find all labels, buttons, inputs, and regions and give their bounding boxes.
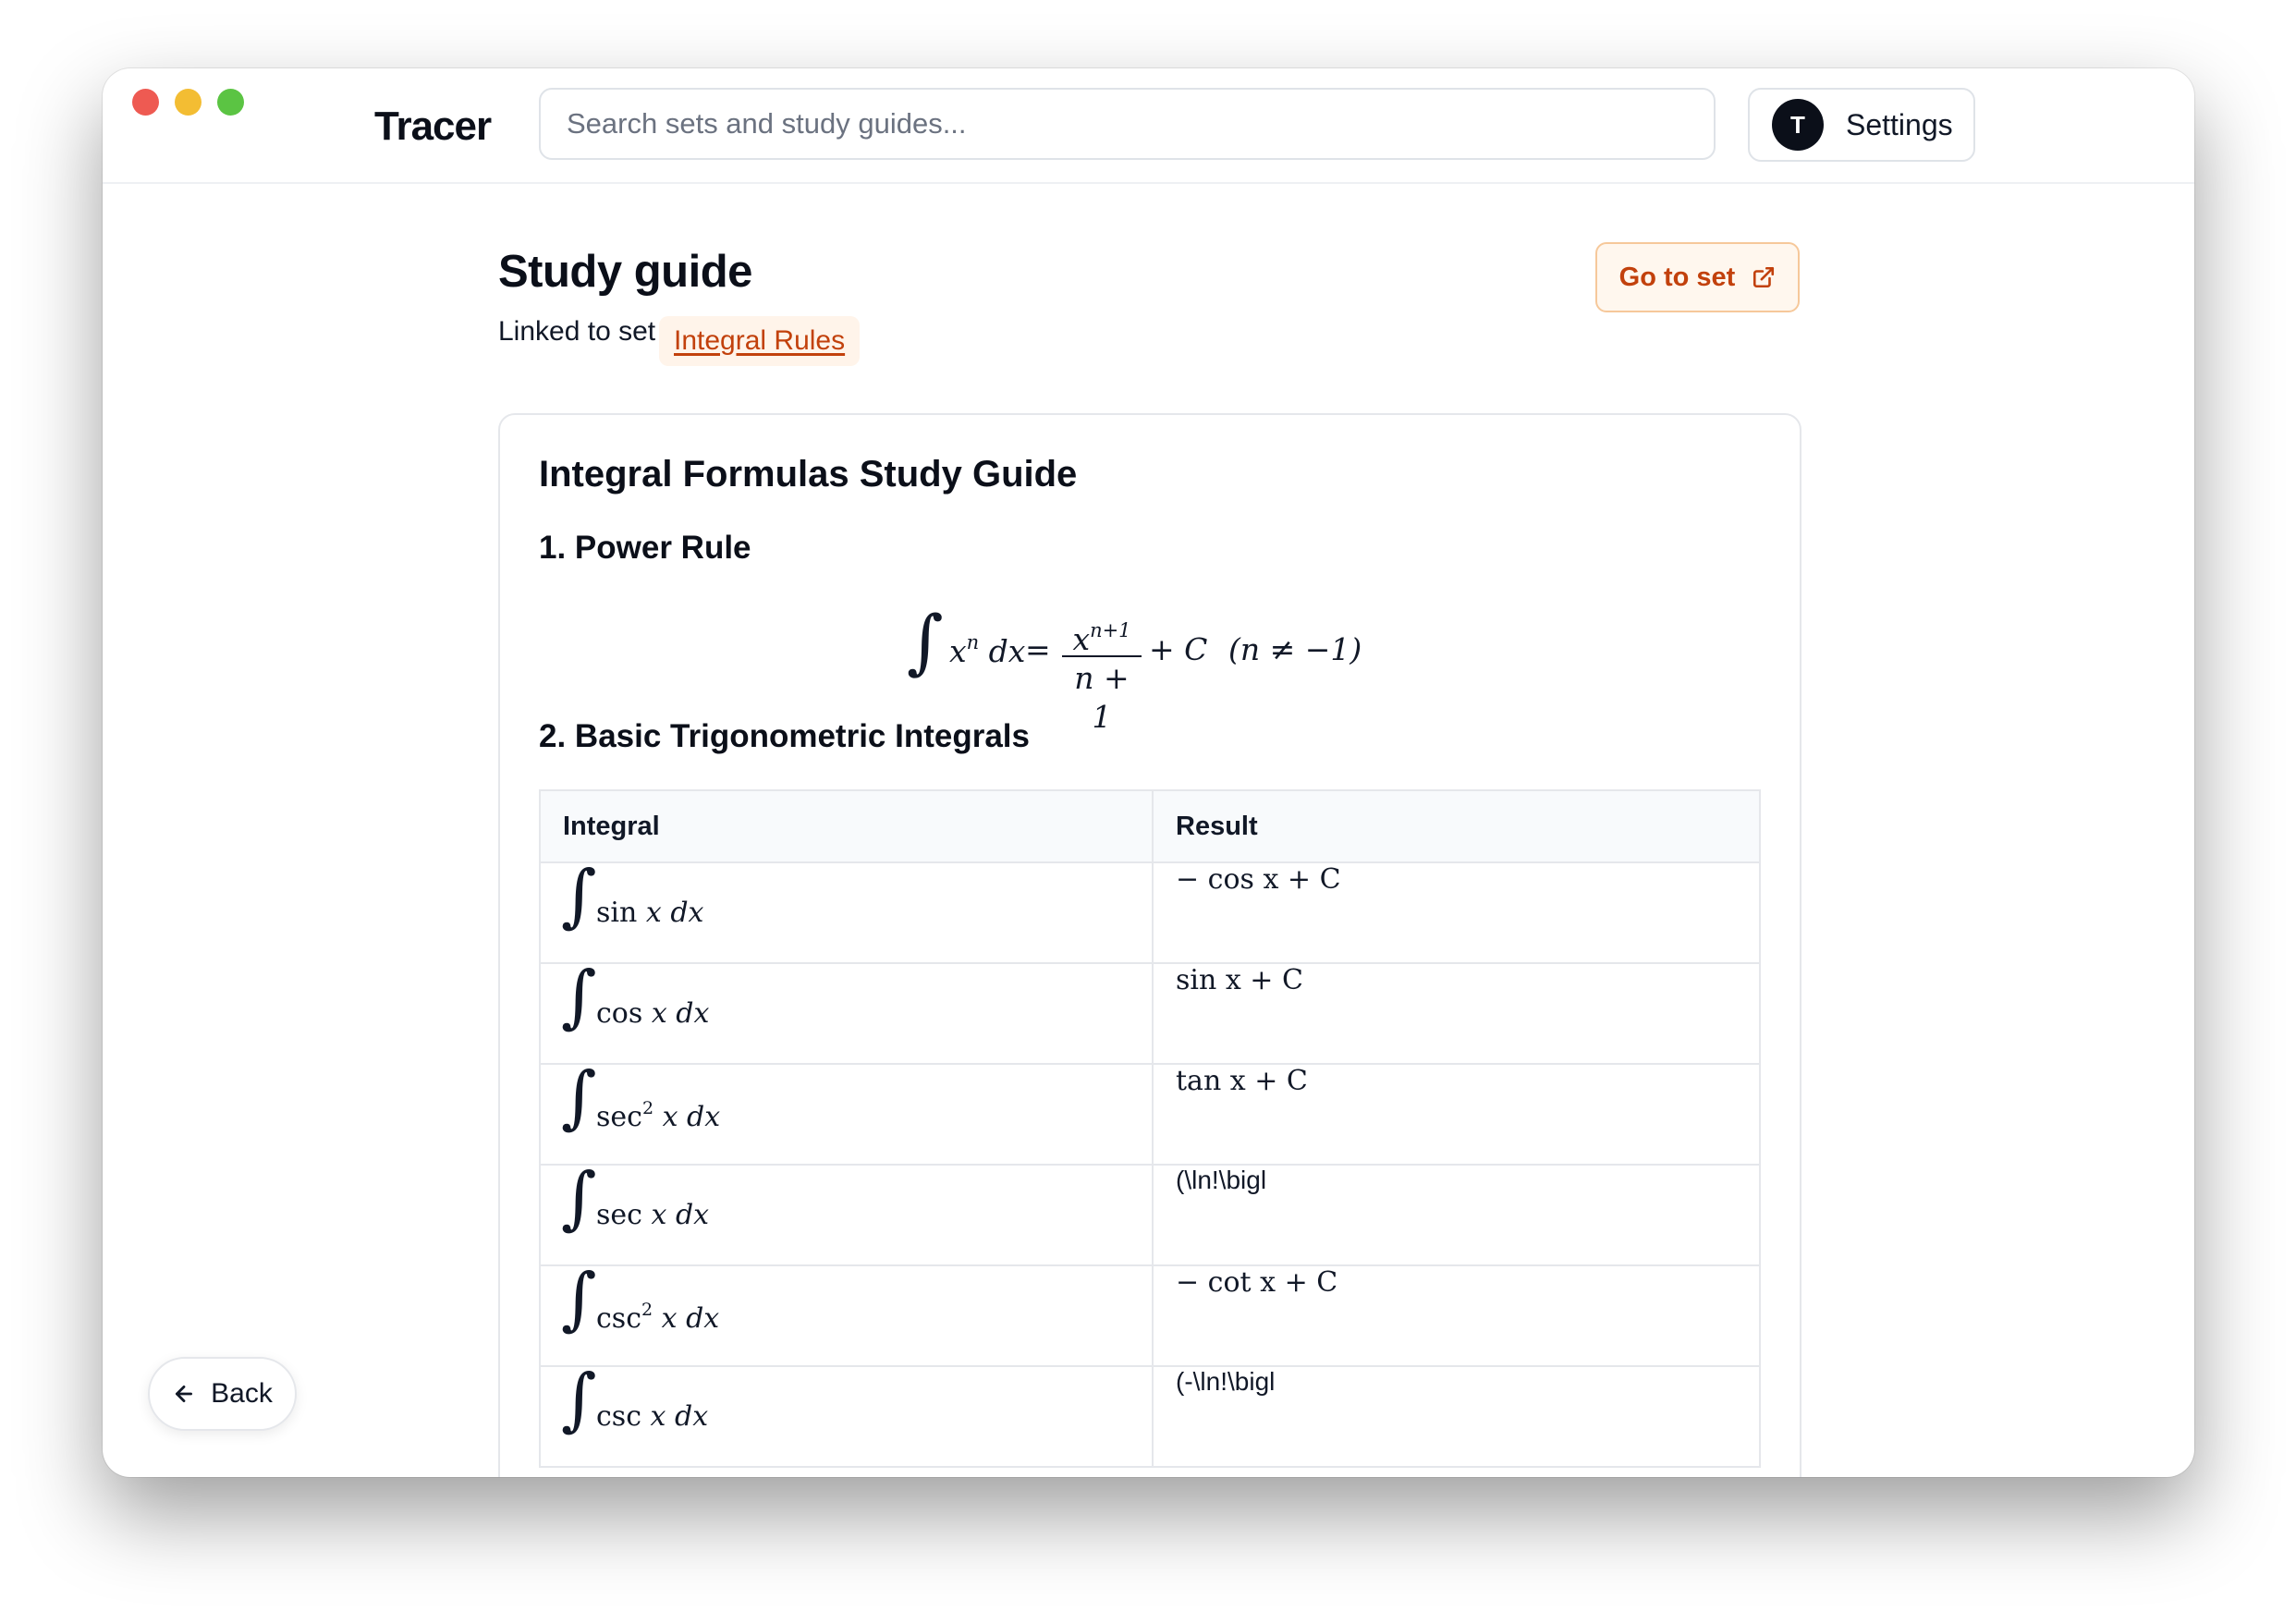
app-window: Tracer T Settings Study guide Linked to … bbox=[103, 68, 2194, 1477]
result-cell: tan x + C bbox=[1152, 1063, 1761, 1166]
section-heading-trig: 2. Basic Trigonometric Integrals bbox=[539, 718, 1030, 754]
study-guide-content: Integral Formulas Study Guide 1. Power R… bbox=[498, 413, 1801, 1477]
result-cell: sin x + C bbox=[1152, 962, 1761, 1065]
integral-expression: sec x dx bbox=[596, 1199, 710, 1231]
integral-sign: ∫ bbox=[561, 856, 597, 935]
integral-sign: ∫ bbox=[561, 957, 597, 1036]
column-header-result: Result bbox=[1152, 789, 1761, 863]
go-to-set-label: Go to set bbox=[1618, 262, 1736, 292]
integral-cell: ∫ sec2 x dx bbox=[539, 1057, 1154, 1166]
integral-expression: sec2 x dx bbox=[596, 1098, 721, 1133]
table-header-row: Integral Result bbox=[539, 789, 1761, 863]
go-to-set-button[interactable]: Go to set bbox=[1595, 242, 1800, 312]
integral-cell: ∫ sec x dx bbox=[539, 1158, 1154, 1266]
back-button[interactable]: Back bbox=[148, 1357, 297, 1431]
integral-cell: ∫ csc x dx bbox=[539, 1360, 1154, 1468]
search-input[interactable] bbox=[539, 88, 1716, 160]
power-rule-formula: ∫ xn dx = xn+1 n + 1 + C (n ≠ −1) bbox=[907, 600, 1424, 735]
back-label: Back bbox=[211, 1378, 273, 1409]
result-cell: (\ln!\bigl bbox=[1152, 1164, 1761, 1266]
page-title: Study guide bbox=[498, 247, 752, 297]
result-cell: − cot x + C bbox=[1152, 1264, 1761, 1367]
integral-sign: ∫ bbox=[561, 1057, 597, 1137]
integral-sign: ∫ bbox=[907, 600, 944, 682]
result-cell: − cos x + C bbox=[1152, 861, 1761, 964]
formula-condition: (n ≠ −1) bbox=[1228, 631, 1362, 667]
integral-expression: cos x dx bbox=[596, 997, 710, 1030]
column-header-integral: Integral bbox=[539, 789, 1154, 863]
table-row: ∫ cos x dx sin x + C bbox=[539, 957, 1761, 1065]
section-heading-power-rule: 1. Power Rule bbox=[539, 530, 751, 566]
integral-cell: ∫ cos x dx bbox=[539, 957, 1154, 1065]
table-row: ∫ sec x dx (\ln!\bigl bbox=[539, 1158, 1761, 1266]
formula-equals: = bbox=[1025, 631, 1051, 667]
linked-label: Linked to set bbox=[498, 316, 656, 347]
table-row: ∫ sin x dx − cos x + C bbox=[539, 856, 1761, 964]
integral-cell: ∫ sin x dx bbox=[539, 856, 1154, 964]
brand-logo[interactable]: Tracer bbox=[374, 104, 492, 150]
result-cell: (-\ln!\bigl bbox=[1152, 1365, 1761, 1468]
table-row: ∫ csc x dx (-\ln!\bigl bbox=[539, 1360, 1761, 1468]
integral-cell: ∫ csc2 x dx bbox=[539, 1259, 1154, 1367]
external-link-icon bbox=[1753, 266, 1775, 288]
avatar: T bbox=[1772, 99, 1824, 151]
integral-sign: ∫ bbox=[561, 1158, 597, 1238]
arrow-left-icon bbox=[176, 1386, 193, 1402]
integral-expression: csc2 x dx bbox=[596, 1300, 720, 1335]
integral-expression: csc x dx bbox=[596, 1400, 709, 1433]
integral-sign: ∫ bbox=[561, 1360, 597, 1439]
formula-lhs: xn dx bbox=[949, 631, 1026, 669]
settings-button[interactable]: T Settings bbox=[1748, 88, 1975, 162]
top-bar: Tracer T Settings bbox=[103, 68, 2194, 184]
integral-sign: ∫ bbox=[561, 1259, 597, 1338]
fraction-denominator: n + 1 bbox=[1074, 660, 1130, 735]
linked-set-name: Integral Rules bbox=[674, 325, 846, 356]
formula-constant: + C bbox=[1149, 631, 1208, 667]
linked-set-link[interactable]: Integral Rules bbox=[659, 316, 861, 366]
integral-expression: sin x dx bbox=[596, 897, 704, 929]
fraction-numerator: xn+1 bbox=[1072, 619, 1131, 657]
trig-integrals-table: Integral Result ∫ sin x dx − cos x + C ∫ cos… bbox=[539, 789, 1761, 1468]
table-row: ∫ csc2 x dx − cot x + C bbox=[539, 1259, 1761, 1367]
formula-fraction: xn+1 n + 1 bbox=[1062, 607, 1142, 737]
table-row: ∫ sec2 x dx tan x + C bbox=[539, 1057, 1761, 1166]
guide-title: Integral Formulas Study Guide bbox=[539, 454, 1078, 495]
settings-label: Settings bbox=[1846, 107, 1953, 141]
